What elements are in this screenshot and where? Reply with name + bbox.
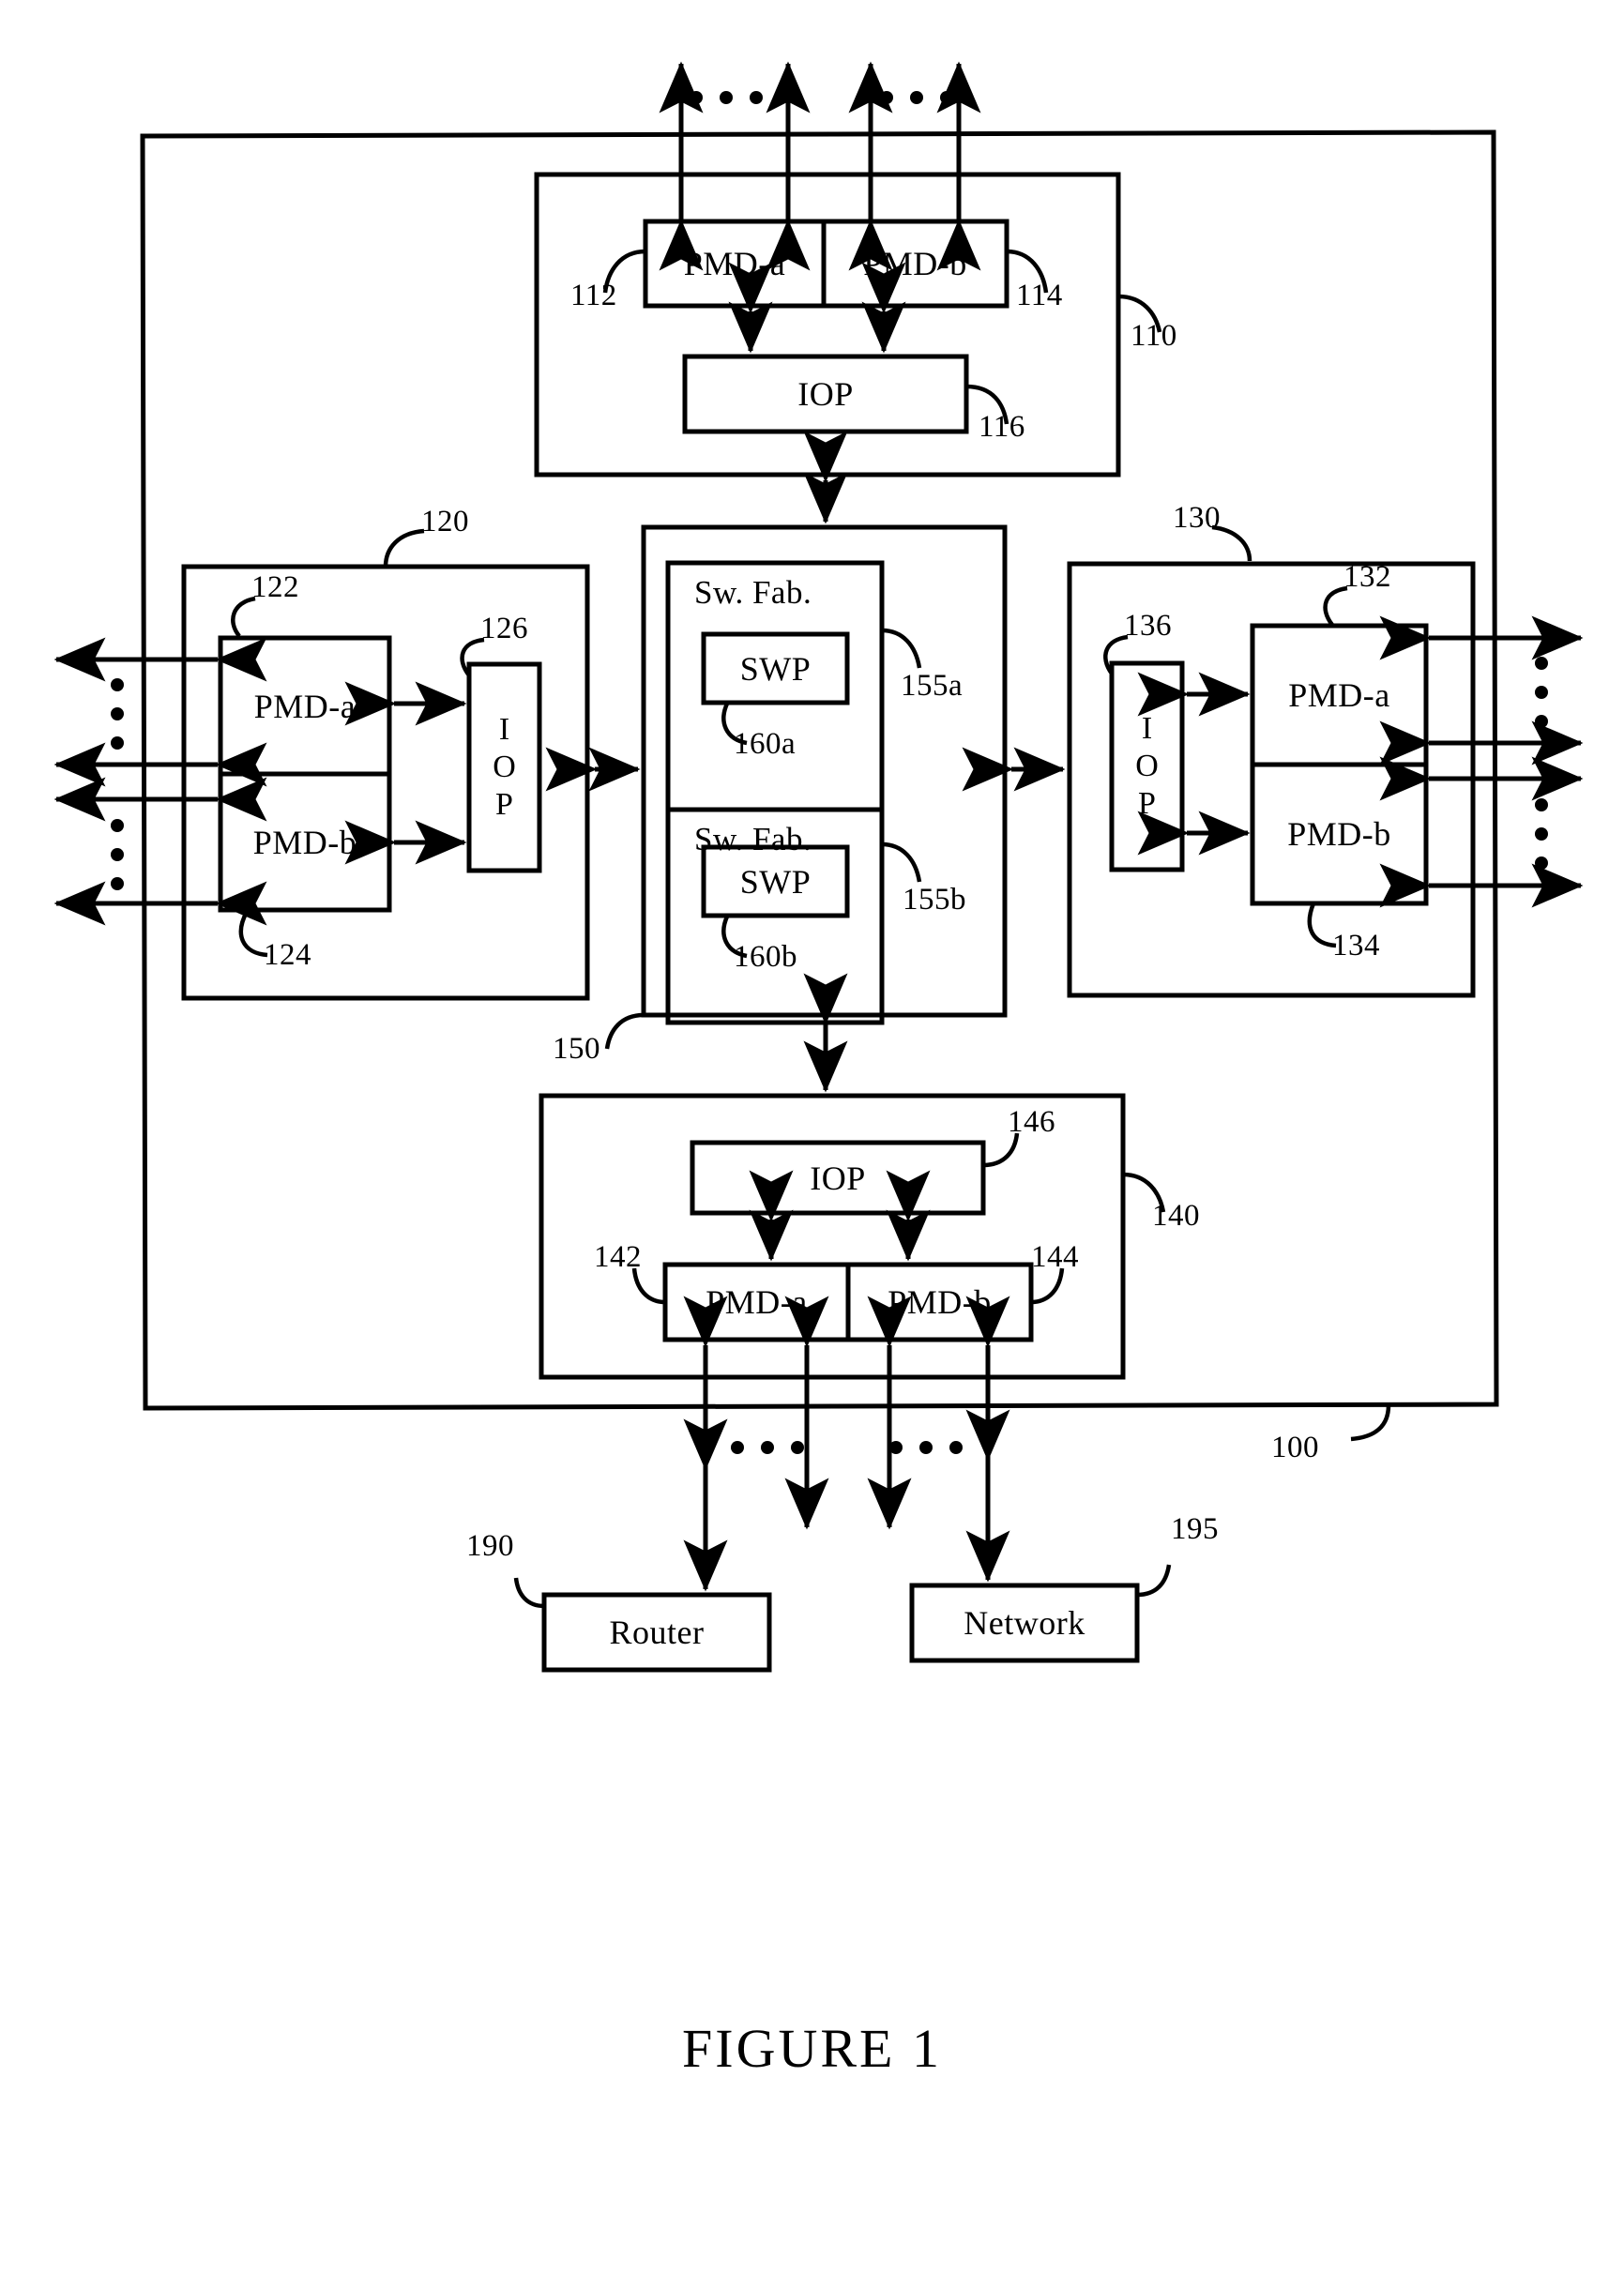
ref-155a: 155a (901, 669, 964, 703)
ref-134: 134 (1332, 929, 1380, 963)
top-pmd-b-label: PMD-b (863, 245, 967, 282)
ref-110: 110 (1131, 319, 1177, 353)
ref-140: 140 (1152, 1199, 1200, 1233)
router-label: Router (609, 1614, 705, 1651)
ref-122: 122 (251, 570, 299, 604)
ref-150: 150 (553, 1032, 600, 1066)
left-iop-letter-p: P (495, 787, 513, 823)
ref-112: 112 (570, 279, 617, 312)
right-iop-letter-o: O (1135, 748, 1159, 783)
network-label: Network (964, 1604, 1085, 1642)
figure-canvas: PMD-a PMD-b IOP 112 114 116 110 PMD-a PM… (0, 0, 1624, 2289)
ref-130: 130 (1173, 501, 1221, 535)
leader-lines (231, 249, 1391, 1609)
left-iop-letter-i: I (498, 711, 510, 747)
top-iop-label: IOP (797, 375, 854, 413)
right-pmd-a-label: PMD-a (1288, 676, 1390, 714)
ref-142: 142 (594, 1240, 642, 1274)
right-iop-label: I O P (1112, 663, 1182, 870)
ref-114: 114 (1016, 279, 1063, 312)
left-pmd-a-label: PMD-a (253, 687, 357, 725)
ref-132: 132 (1343, 560, 1391, 594)
ref-190: 190 (466, 1529, 514, 1563)
figure-title: FIGURE 1 (682, 2018, 942, 2079)
right-iop-letter-p: P (1138, 786, 1156, 822)
ref-160b: 160b (734, 940, 797, 974)
left-pmd-b-label: PMD-b (252, 823, 357, 861)
fabric-a-label: Sw. Fab. (694, 574, 812, 611)
ref-116: 116 (979, 410, 1025, 444)
right-iop-letter-i: I (1141, 710, 1153, 746)
left-iop-letter-o: O (493, 749, 516, 784)
left-iop-label: I O P (469, 664, 539, 871)
ref-155b: 155b (903, 883, 966, 917)
top-pmd-a-label: PMD-a (683, 245, 786, 282)
ref-126: 126 (480, 612, 528, 645)
ref-144: 144 (1031, 1240, 1079, 1274)
right-pmd-b-label: PMD-b (1287, 815, 1391, 853)
ref-195: 195 (1171, 1512, 1219, 1546)
swp-b-label: SWP (739, 862, 812, 901)
bottom-iop-label: IOP (810, 1159, 866, 1197)
ref-124: 124 (264, 938, 311, 972)
ref-100: 100 (1271, 1431, 1319, 1464)
bottom-pmd-b-label: PMD-b (888, 1283, 992, 1321)
bottom-pmd-a-label: PMD-a (706, 1283, 808, 1321)
ref-146: 146 (1008, 1105, 1055, 1139)
ref-136: 136 (1124, 609, 1172, 643)
ref-120: 120 (421, 505, 469, 538)
ref-160a: 160a (734, 727, 797, 761)
swp-a-label: SWP (739, 649, 812, 688)
